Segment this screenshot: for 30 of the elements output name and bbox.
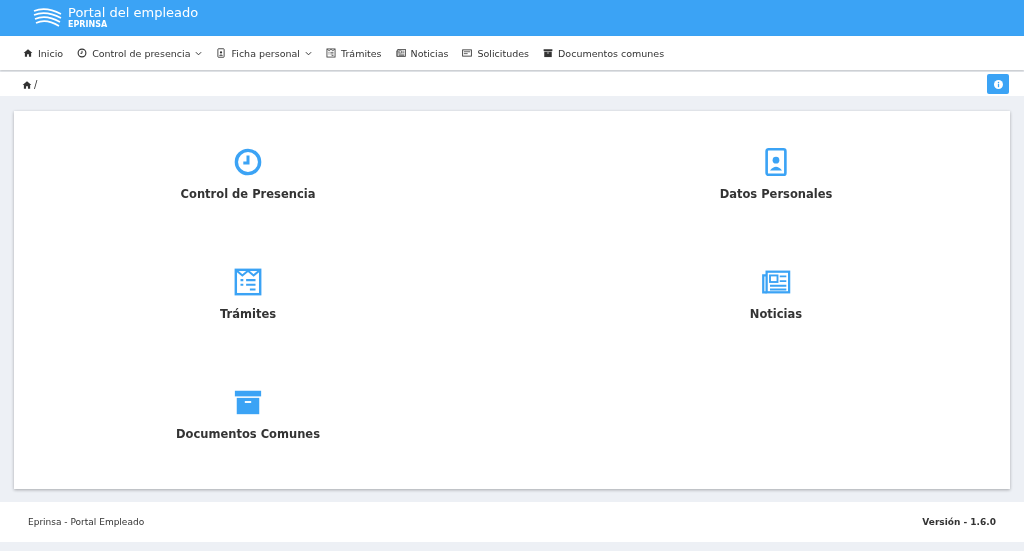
tile-link[interactable]: Datos Personales (719, 187, 833, 201)
list-document-icon (326, 48, 336, 58)
nav-item[interactable]: Solicitudes (455, 47, 537, 59)
app-title: Portal del empleado (68, 6, 199, 21)
nav-item[interactable]: Documentos comunes (536, 47, 672, 59)
nav-item[interactable]: Control de presencia (70, 47, 210, 59)
list-document-icon (233, 267, 263, 297)
info-icon (993, 79, 1003, 89)
breadcrumb-separator: / (34, 78, 38, 90)
nav-item[interactable]: Trámites (319, 47, 389, 59)
version-text: Versión - 1.6.0 (922, 517, 996, 527)
home-icon (23, 48, 33, 58)
card-icon (462, 48, 473, 58)
archive-box-icon (543, 48, 554, 58)
nav-item[interactable]: Inicio (16, 47, 71, 59)
info-button[interactable] (987, 74, 1009, 94)
home-icon (22, 79, 32, 90)
waves-logo-icon (32, 7, 62, 29)
newspaper-icon (395, 48, 406, 58)
tile-link[interactable]: Documentos Comunes (176, 427, 320, 441)
id-badge-icon (216, 48, 227, 58)
clock-icon (233, 147, 263, 177)
company-name: EPRINSA (68, 20, 109, 30)
nav-item[interactable]: Ficha personal (209, 47, 319, 59)
clock-icon (77, 48, 88, 58)
nav-item[interactable]: Noticias (388, 47, 456, 59)
tile-link[interactable]: Control de Presencia (180, 187, 316, 201)
tile-link[interactable]: Trámites (219, 307, 277, 321)
tile-link[interactable]: Noticias (749, 307, 803, 321)
footer-text: Eprinsa - Portal Empleado (28, 517, 145, 527)
